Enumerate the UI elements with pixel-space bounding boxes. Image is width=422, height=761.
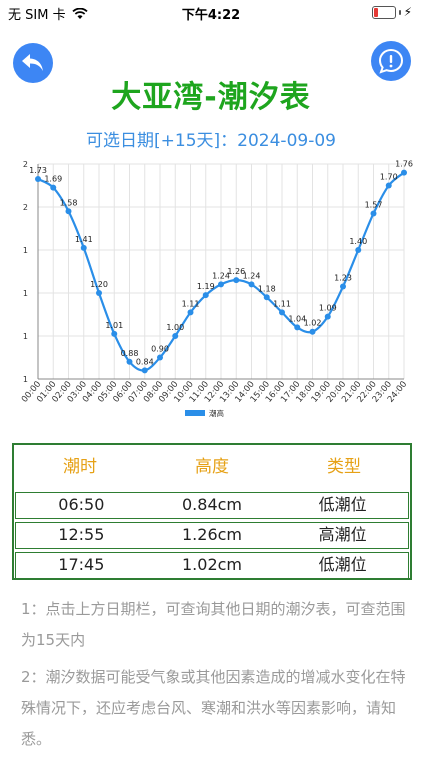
data-point (172, 333, 179, 339)
battery-fill (373, 7, 378, 17)
data-label: 1.18 (258, 284, 276, 293)
legend-swatch (185, 410, 205, 416)
data-point (248, 281, 255, 288)
charging-bolt-icon: ⚡ (403, 5, 412, 19)
tide-table: 潮时 高度 类型 06:50 0.84cm 低潮位 12:55 1.26cm 高… (12, 443, 412, 580)
header-type: 类型 (327, 457, 361, 477)
cell-type: 低潮位 (318, 495, 367, 514)
data-point (141, 367, 148, 374)
data-point (279, 309, 285, 316)
back-arrow-icon (22, 54, 43, 71)
data-point (355, 247, 362, 253)
y-tick-label: 2 (23, 160, 28, 169)
cell-height: 0.84cm (182, 495, 243, 514)
data-point (111, 330, 118, 337)
status-time: 下午4:22 (181, 8, 241, 23)
legend-label: 潮高 (209, 408, 224, 418)
battery-icon: ⚡ (371, 5, 412, 19)
battery-tip (398, 9, 401, 15)
data-point (309, 328, 316, 335)
page-title: 大亚湾-潮汐表 (111, 80, 311, 115)
data-label: 0.84 (136, 357, 154, 366)
y-tick-label: 1 (23, 375, 28, 384)
cell-time: 17:45 (58, 555, 105, 574)
cell-height: 1.26cm (182, 525, 243, 544)
data-label: 1.19 (197, 282, 215, 291)
battery-body (371, 5, 396, 19)
data-point (80, 244, 87, 251)
data-point (324, 313, 331, 320)
cell-height: 1.02cm (182, 555, 243, 574)
data-point (233, 277, 240, 284)
table-row: 17:45 1.02cm 低潮位 (15, 552, 409, 579)
data-point (370, 210, 377, 217)
data-point (65, 208, 72, 215)
data-label: 1.57 (365, 200, 383, 209)
data-label: 1.23 (334, 274, 352, 283)
exclamation-icon (378, 48, 404, 74)
data-label: 1.11 (182, 299, 200, 308)
data-label: 1.58 (60, 198, 78, 207)
data-label: 1.09 (319, 304, 337, 313)
y-tick-label: 2 (23, 203, 28, 212)
data-point (218, 281, 224, 288)
cell-type: 高潮位 (318, 525, 367, 544)
status-bar: 无 SIM 卡 下午4:22 ⚡ (0, 0, 422, 24)
tide-chart: 11112200:0001:0002:0003:0004:0005:0006:0… (20, 160, 413, 418)
notes: 1：点击上方日期栏，可查询其他日期的潮汐表，可查范围为15天内 2：潮汐数据可能… (21, 594, 413, 761)
data-point (263, 294, 270, 301)
data-point (401, 169, 407, 176)
header-time: 潮时 (63, 457, 97, 477)
data-point (50, 184, 57, 191)
table-row: 06:50 0.84cm 低潮位 (15, 492, 409, 519)
y-tick-label: 1 (23, 332, 28, 341)
cell-time: 12:55 (58, 525, 105, 544)
header-height: 高度 (195, 457, 229, 477)
data-label: 1.70 (380, 173, 398, 182)
table-row: 12:55 1.26cm 高潮位 (15, 522, 409, 549)
note-1: 1：点击上方日期栏，可查询其他日期的潮汐表，可查范围为15天内 (21, 600, 406, 649)
data-point (96, 290, 102, 296)
y-tick-label: 1 (23, 246, 28, 255)
cell-type: 低潮位 (318, 555, 367, 574)
table-header: 潮时 高度 类型 (14, 445, 410, 489)
data-label: 1.20 (90, 280, 108, 289)
data-label: 1.00 (166, 323, 184, 332)
data-label: 1.69 (44, 175, 62, 184)
data-label: 1.41 (75, 235, 93, 244)
cell-time: 06:50 (58, 495, 105, 514)
data-point (202, 292, 209, 299)
data-point (385, 182, 392, 189)
data-point (35, 176, 41, 183)
data-point (294, 324, 301, 331)
data-label: 0.90 (151, 345, 169, 354)
data-point (157, 354, 163, 361)
data-label: 1.02 (304, 319, 322, 328)
data-label: 1.24 (243, 271, 261, 280)
data-label: 1.01 (105, 321, 123, 330)
date-selector[interactable]: 可选日期[+15天]：2024-09-09 (0, 126, 422, 151)
note-2: 2：潮汐数据可能受气象或其他因素造成的增减水变化在特殊情况下，还应考虑台风、寒潮… (21, 668, 406, 748)
data-label: 1.40 (349, 237, 367, 246)
data-label: 1.76 (395, 160, 413, 169)
data-point (187, 309, 194, 316)
y-tick-label: 1 (23, 289, 28, 298)
data-point (340, 283, 346, 290)
data-point (126, 358, 133, 365)
data-label: 1.11 (273, 299, 291, 308)
